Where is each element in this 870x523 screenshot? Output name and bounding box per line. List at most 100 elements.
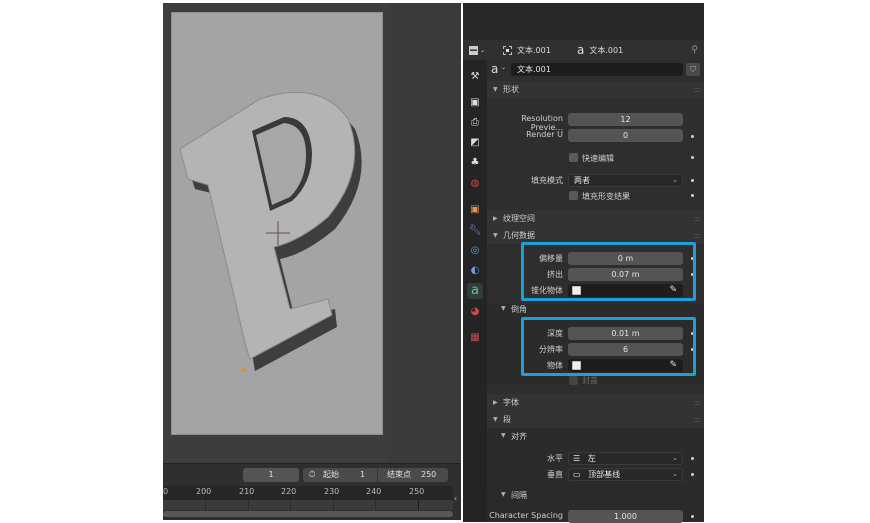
character-spacing-label: Character Spacing [489,511,563,520]
timeline-track[interactable] [163,500,453,510]
properties-header: ⌄ 文本.001 a 文本.001 ⚲ [463,40,704,60]
keyframe-dot-icon[interactable] [691,515,694,518]
panel-texture-space-header[interactable]: ▶ 纹理空间 :::: [487,210,704,227]
tab-object-icon[interactable]: ▣ [467,202,483,218]
tab-modifiers-icon[interactable]: 🔧︎ [467,223,483,239]
drag-handle-icon[interactable]: :::: [693,394,701,411]
horizontal-align-dropdown[interactable]: ☰ 左 ⌄ [568,452,683,465]
collapse-sidebar-icon[interactable]: ‹ [454,494,457,503]
vertical-align-dropdown[interactable]: ▭ 顶部基线 ⌄ [568,468,683,481]
expand-arrow-icon[interactable]: ▼ [501,432,506,439]
fill-deformed-checkbox[interactable] [569,191,578,200]
tab-physics-icon[interactable]: ◐ [467,263,483,279]
start-frame-label[interactable]: 起始 [323,468,339,482]
vertical-align-value: 顶部基线 [588,470,621,479]
properties-content: a ⌄ 文本.001 ⛉ ▼ 形状 :::: Resolution Previe… [487,60,704,523]
tab-material-icon[interactable]: ◕ [467,304,483,320]
panel-title: 形状 [503,85,519,94]
stopwatch-icon[interactable]: ⏱ [306,468,318,482]
timeline-scrollbar[interactable] [163,511,453,517]
tab-world-icon[interactable]: ◍ [467,176,483,192]
fill-deformed-label: 填充形变结果 [582,192,630,201]
grid-line [248,500,249,510]
align-top-icon: ▭ [573,470,581,479]
keyframe-dot-icon[interactable] [691,194,694,197]
highlight-box-geometry [521,242,696,301]
spacing-title[interactable]: 间隔 [511,490,527,501]
3d-viewport[interactable] [163,3,461,463]
end-frame-label[interactable]: 结束点 [387,468,411,482]
panel-shape-header[interactable]: ▼ 形状 :::: [487,81,704,98]
fill-caps-checkbox[interactable] [569,376,578,385]
tab-object-data-icon[interactable]: a [467,283,483,299]
end-frame-value[interactable]: 250 [421,468,436,482]
tab-tool-icon[interactable]: ⚒ [467,69,483,85]
tab-particles-icon[interactable]: ◎ [467,243,483,259]
drag-handle-icon[interactable]: :::: [693,210,701,227]
keyframe-dot-icon[interactable] [691,473,694,476]
drag-handle-icon[interactable]: :::: [693,81,701,98]
panel-title: 纹理空间 [503,214,535,223]
expand-arrow-icon: ▼ [493,416,498,423]
frame-range: ⏱ 起始 1 结束点 250 [303,468,448,482]
expand-arrow-icon[interactable]: ▼ [501,491,506,498]
chevron-down-icon: ⌄ [480,46,486,54]
panel-title: 段 [503,415,511,424]
fill-mode-dropdown[interactable]: 两者 ⌄ [568,174,683,187]
resolution-preview-field[interactable]: 12 [568,113,683,126]
properties-editor: ⌄ 文本.001 a 文本.001 ⚲ ⚒ ▣ ⎙ ◩ ♣ ◍ ▣ 🔧︎ ◎ ◐… [463,3,704,523]
tab-view-layer-icon[interactable]: ◩ [467,135,483,151]
character-spacing-field[interactable]: 1.000 [568,510,683,523]
timeline-ruler[interactable]: 0 200 210 220 230 240 250 [163,486,453,500]
camera-view[interactable] [171,12,383,435]
collapse-arrow-icon: ▶ [493,215,498,222]
render-u-field[interactable]: 0 [568,129,683,142]
keyframe-dot-icon[interactable] [691,156,694,159]
expand-arrow-icon[interactable]: ▼ [501,305,506,312]
keyframe-dot-icon[interactable] [691,135,694,138]
alignment-title[interactable]: 对齐 [511,431,527,442]
chevron-down-icon: ⌄ [672,176,678,184]
bevel-title[interactable]: 倒角 [511,304,527,315]
current-frame-field[interactable]: 1 [243,468,299,482]
object-icon [503,45,512,55]
panel-font-header[interactable]: ▶ 字体 :::: [487,394,704,411]
properties-top-area [463,3,704,40]
datablock-name-field[interactable]: 文本.001 [511,63,683,76]
start-frame-value[interactable]: 1 [360,468,365,482]
editor-type-button[interactable]: ⌄ [469,45,486,55]
panel-title: 字体 [503,398,519,407]
chevron-down-icon[interactable]: ⌄ [501,64,506,71]
shield-icon[interactable]: ⛉ [686,63,700,76]
grid-line [333,500,334,510]
text-object-p[interactable] [172,13,384,436]
drag-handle-icon[interactable]: :::: [693,411,701,428]
object-breadcrumb[interactable]: 文本.001 [503,45,551,56]
timeline[interactable]: 1 ⏱ 起始 1 结束点 250 0 200 210 220 230 240 2… [163,463,461,520]
tab-scene-icon[interactable]: ♣ [467,155,483,171]
object-origin-icon [242,368,246,372]
tab-texture-icon[interactable]: ▦ [467,330,483,346]
align-left-icon: ☰ [573,454,581,463]
panel-paragraph-header[interactable]: ▼ 段 :::: [487,411,704,428]
vertical-align-label: 垂直 [547,470,563,479]
chevron-down-icon: ⌄ [672,454,678,462]
collapse-arrow-icon: ▶ [493,399,498,406]
tab-render-icon[interactable]: ▣ [467,95,483,111]
horizontal-align-value: 左 [587,454,596,463]
fast-edit-checkbox[interactable] [569,153,578,162]
fast-edit-label: 快速编辑 [582,154,614,163]
text-data-icon[interactable]: a [491,63,498,75]
pin-icon[interactable]: ⚲ [691,45,698,55]
tick-label: 0 [163,487,169,496]
keyframe-dot-icon[interactable] [691,457,694,460]
keyframe-dot-icon[interactable] [691,179,694,182]
expand-arrow-icon: ▼ [493,232,498,239]
grid-line [290,500,291,510]
data-name: 文本.001 [589,45,624,55]
end-frame-line [418,500,419,510]
tick-label: 200 [196,487,212,496]
tick-label: 250 [409,487,425,496]
data-breadcrumb[interactable]: a 文本.001 [577,44,624,56]
tab-output-icon[interactable]: ⎙ [467,115,483,131]
